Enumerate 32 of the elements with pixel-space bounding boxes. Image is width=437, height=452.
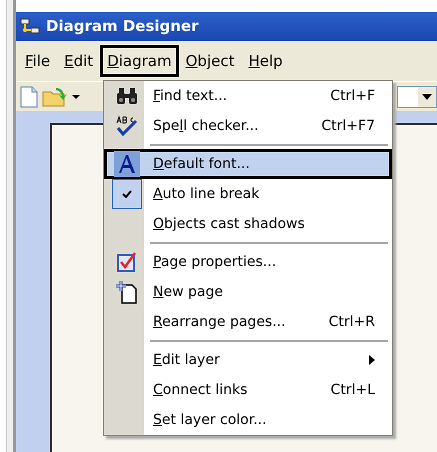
app-icon bbox=[20, 16, 40, 36]
menu-item[interactable]: Diagram bbox=[100, 44, 179, 78]
binoculars-icon bbox=[116, 87, 138, 105]
dropdown-field[interactable] bbox=[397, 86, 437, 108]
caret-icon[interactable] bbox=[72, 94, 80, 100]
menu-item[interactable]: Page properties... bbox=[104, 247, 392, 277]
menu-item[interactable]: Help bbox=[241, 44, 290, 78]
new-document-icon[interactable] bbox=[20, 86, 38, 108]
menu-item[interactable]: Object bbox=[178, 44, 242, 78]
menu-item[interactable]: Set layer color... bbox=[104, 405, 392, 435]
shortcut-label: Ctrl+L bbox=[330, 380, 376, 400]
shortcut-label: Ctrl+F bbox=[330, 86, 376, 106]
menu-item[interactable]: Edit bbox=[57, 44, 100, 78]
menu-item[interactable]: Connect links Ctrl+L bbox=[104, 375, 392, 405]
menu-item[interactable]: Objects cast shadows bbox=[104, 209, 392, 239]
menu-item[interactable]: File bbox=[18, 44, 58, 78]
new-page-icon bbox=[116, 280, 138, 304]
shortcut-label: Ctrl+R bbox=[328, 312, 376, 332]
window-title: Diagram Designer bbox=[46, 16, 199, 38]
checklist-icon bbox=[116, 251, 138, 273]
menu-item[interactable]: Edit layer bbox=[104, 345, 392, 375]
menu-item[interactable]: Rearrange pages... Ctrl+R bbox=[104, 307, 392, 337]
shortcut-label: Ctrl+F7 bbox=[321, 116, 376, 136]
caret-icon bbox=[422, 94, 432, 100]
spell-check-icon bbox=[115, 115, 139, 137]
menu-item[interactable]: Find text... Ctrl+F bbox=[104, 81, 392, 111]
menu-item[interactable]: Default font... bbox=[104, 149, 392, 179]
font-icon bbox=[114, 151, 140, 177]
menu-item[interactable]: Auto line break bbox=[104, 179, 392, 209]
menu-item[interactable]: Spell checker... Ctrl+F7 bbox=[104, 111, 392, 141]
menu-item[interactable]: New page bbox=[104, 277, 392, 307]
dropdown-button[interactable] bbox=[418, 86, 436, 106]
